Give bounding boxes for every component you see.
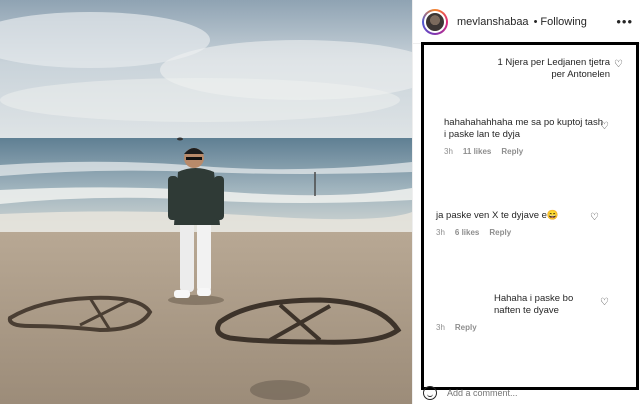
- heart-icon[interactable]: ♡: [614, 59, 623, 70]
- reply-button[interactable]: Reply: [455, 323, 477, 332]
- post-side-panel: mevlanshabaa • Following ••• 1 Njera per…: [412, 0, 640, 404]
- comment-item: ja paske ven X te dyjave e😄 ♡ 3h 6 likes…: [424, 210, 636, 237]
- smile-icon[interactable]: [423, 386, 437, 400]
- username-link[interactable]: mevlanshabaa: [457, 16, 529, 28]
- add-comment-bar: [413, 382, 640, 404]
- comment-time: 3h: [436, 323, 445, 332]
- comment-input[interactable]: [447, 388, 617, 398]
- comment-text: 1 Njera per Ledjanen tjetra per Antonele…: [497, 57, 611, 80]
- comment-item: 1 Njera per Ledjanen tjetra per Antonele…: [424, 57, 636, 81]
- comment-text: Hahaha i paske bo naften te dyave: [494, 293, 574, 316]
- heart-icon[interactable]: ♡: [600, 297, 609, 308]
- comment-time: 3h: [444, 147, 453, 156]
- comment-time: 3h: [436, 228, 445, 237]
- post-header: mevlanshabaa • Following •••: [413, 0, 640, 44]
- separator-dot: •: [533, 15, 538, 28]
- reply-button[interactable]: Reply: [501, 147, 523, 156]
- comment-likes[interactable]: 6 likes: [455, 228, 479, 237]
- comment-item: hahahahahhaha me sa po kuptoj tash i pas…: [424, 117, 636, 156]
- post-photo: [0, 0, 412, 404]
- following-button[interactable]: Following: [540, 16, 586, 28]
- comments-list[interactable]: 1 Njera per Ledjanen tjetra per Antonele…: [421, 42, 639, 390]
- avatar[interactable]: [422, 8, 448, 35]
- comment-likes[interactable]: 11 likes: [463, 147, 491, 156]
- comment-text: ja paske ven X te dyjave e😄: [436, 210, 559, 221]
- more-icon[interactable]: •••: [616, 14, 633, 29]
- heart-icon[interactable]: ♡: [590, 212, 599, 223]
- comment-item: Hahaha i paske bo naften te dyave ♡ 3h R…: [424, 293, 636, 332]
- comment-text: hahahahahhaha me sa po kuptoj tash i pas…: [444, 117, 603, 140]
- heart-icon[interactable]: ♡: [600, 121, 609, 132]
- reply-button[interactable]: Reply: [489, 228, 511, 237]
